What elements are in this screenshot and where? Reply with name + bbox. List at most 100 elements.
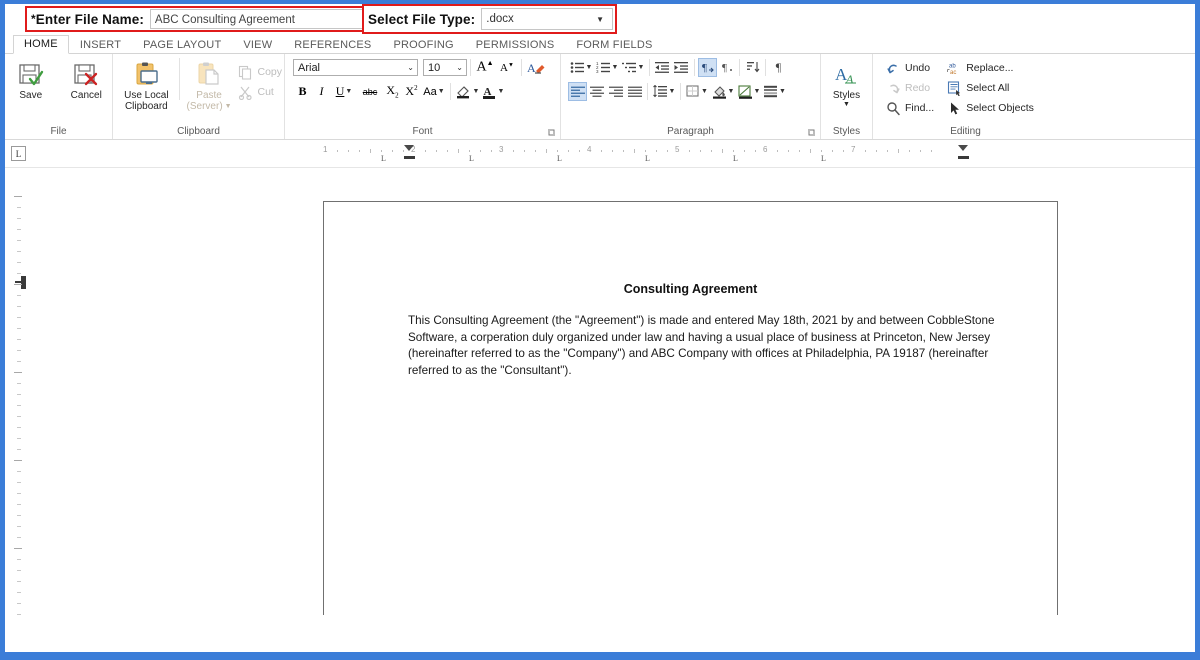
align-center-button[interactable] xyxy=(587,82,606,101)
clipboard-monitor-icon xyxy=(131,60,161,90)
ruler-tick xyxy=(17,394,21,395)
borders-button[interactable]: ▼ xyxy=(684,82,710,101)
clear-formatting-button[interactable]: A xyxy=(525,58,547,77)
bold-button[interactable]: B xyxy=(293,82,312,101)
grow-font-button[interactable]: A▲ xyxy=(474,58,496,77)
bullets-button[interactable]: ▼ xyxy=(568,58,594,77)
chevron-down-icon: ▼ xyxy=(611,64,619,71)
ruler-tab-stop[interactable]: L xyxy=(381,154,386,163)
ruler-tick xyxy=(832,150,833,152)
tab-page-layout[interactable]: PAGE LAYOUT xyxy=(132,36,232,54)
first-line-indent-marker[interactable] xyxy=(404,145,414,151)
chevron-down-icon: ▼ xyxy=(497,88,505,95)
ruler-tab-stop[interactable]: L xyxy=(557,154,562,163)
horizontal-ruler[interactable]: 12L3L4L5L6L7L xyxy=(318,145,1055,163)
underline-button[interactable]: U ▼ xyxy=(331,82,357,101)
bold-icon: B xyxy=(298,84,307,98)
chevron-down-icon: ⌄ xyxy=(456,63,463,72)
strikethrough-button[interactable]: abc xyxy=(357,82,383,101)
text-highlight-button[interactable]: ▼ xyxy=(454,82,480,101)
file-type-select[interactable]: .docx ▼ xyxy=(481,8,613,30)
superscript-button[interactable]: X2 xyxy=(402,82,421,101)
multilevel-list-icon xyxy=(621,61,637,74)
italic-button[interactable]: I xyxy=(312,82,331,101)
font-dialog-launcher[interactable] xyxy=(547,129,556,138)
ruler-tab-stop[interactable]: L xyxy=(469,154,474,163)
rtl-direction-button[interactable]: ¶ xyxy=(717,58,736,77)
vertical-ruler[interactable] xyxy=(5,168,33,615)
undo-button[interactable]: Undo xyxy=(883,58,936,78)
cut-label: Cut xyxy=(257,86,274,98)
left-indent-marker[interactable] xyxy=(404,156,415,159)
sort-button[interactable] xyxy=(743,58,762,77)
tab-insert[interactable]: INSERT xyxy=(69,36,132,54)
ruler-tick xyxy=(458,149,459,153)
ruler-tick xyxy=(17,504,21,505)
clipboard-divider xyxy=(178,58,180,100)
document-page[interactable]: Consulting Agreement This Consulting Agr… xyxy=(323,201,1058,615)
increase-indent-button[interactable] xyxy=(672,58,691,77)
align-left-button[interactable] xyxy=(568,82,587,101)
ruler-tick-major xyxy=(14,284,22,285)
align-center-icon xyxy=(589,86,604,98)
paragraph-background-button[interactable]: ▼ xyxy=(762,82,788,101)
shrink-font-button[interactable]: A▼ xyxy=(496,58,518,77)
redo-button[interactable]: Redo xyxy=(883,78,936,98)
shading-button[interactable]: ▼ xyxy=(710,82,736,101)
styles-button-label: Styles xyxy=(832,90,861,101)
font-color-button[interactable]: A ▼ xyxy=(480,82,506,101)
numbering-button[interactable]: 1 2 3 ▼ xyxy=(594,58,620,77)
justify-button[interactable] xyxy=(625,82,644,101)
show-paragraph-marks-button[interactable]: ¶ xyxy=(769,58,788,77)
ltr-direction-button[interactable]: ¶ xyxy=(698,58,717,77)
borders-icon xyxy=(686,85,700,98)
paste-server-button[interactable]: Paste (Server) ▼ xyxy=(185,58,234,112)
undo-label: Undo xyxy=(905,62,931,74)
ruler-tick xyxy=(17,427,21,428)
find-button[interactable]: Find... xyxy=(883,98,936,118)
align-right-button[interactable] xyxy=(606,82,625,101)
ruler-tick xyxy=(17,603,21,604)
use-local-clipboard-button[interactable]: Use Local Clipboard xyxy=(119,58,174,112)
ruler-tab-stop[interactable]: L xyxy=(645,154,650,163)
tab-stop-selector[interactable]: L xyxy=(11,146,26,161)
divider xyxy=(647,83,648,100)
ruler-number: 4 xyxy=(587,145,592,154)
tab-proofing[interactable]: PROOFING xyxy=(382,36,464,54)
ruler-tab-stop[interactable]: L xyxy=(733,154,738,163)
tab-home[interactable]: HOME xyxy=(13,35,69,54)
save-button[interactable]: Save xyxy=(5,58,57,101)
select-all-button[interactable]: Select All xyxy=(944,78,1036,98)
line-spacing-button[interactable]: ▼ xyxy=(651,82,677,101)
ruler-tick xyxy=(744,150,745,152)
cut-button[interactable]: Cut xyxy=(235,82,284,102)
paste-server-label-2: (Server) xyxy=(186,101,223,112)
ruler-tab-stop[interactable]: L xyxy=(821,154,826,163)
tab-view[interactable]: VIEW xyxy=(232,36,283,54)
ruler-tick-major xyxy=(14,372,22,373)
paragraph-dialog-launcher[interactable] xyxy=(807,129,816,138)
change-case-button[interactable]: Aa ▼ xyxy=(421,82,447,101)
multilevel-list-button[interactable]: ▼ xyxy=(620,58,646,77)
right-indent-marker[interactable] xyxy=(958,145,968,151)
page-color-button[interactable]: ▼ xyxy=(736,82,762,101)
copy-button[interactable]: Copy xyxy=(235,62,284,82)
cancel-button[interactable]: Cancel xyxy=(61,58,113,101)
font-size-select[interactable]: 10 ⌄ xyxy=(423,59,467,76)
tab-references[interactable]: REFERENCES xyxy=(283,36,382,54)
ruler-tick xyxy=(469,150,470,152)
file-name-input[interactable]: ABC Consulting Agreement xyxy=(149,9,366,29)
tab-permissions[interactable]: PERMISSIONS xyxy=(465,36,566,54)
left-to-right-icon: ¶ xyxy=(701,61,715,74)
font-family-select[interactable]: Arial ⌄ xyxy=(293,59,418,76)
subscript-button[interactable]: X2 xyxy=(383,82,402,101)
replace-button[interactable]: ab ac Replace... xyxy=(944,58,1036,78)
svg-text:A: A xyxy=(845,72,854,86)
tab-form-fields[interactable]: FORM FIELDS xyxy=(565,36,663,54)
styles-button[interactable]: A A Styles ▼ xyxy=(821,58,872,108)
select-objects-button[interactable]: Select Objects xyxy=(944,98,1036,118)
ribbon-group-editing: Undo Redo Find... ab ac Replace... Selec… xyxy=(873,54,1058,139)
save-button-label: Save xyxy=(19,90,43,101)
ribbon-group-paragraph-label: Paragraph xyxy=(561,125,820,139)
decrease-indent-button[interactable] xyxy=(653,58,672,77)
